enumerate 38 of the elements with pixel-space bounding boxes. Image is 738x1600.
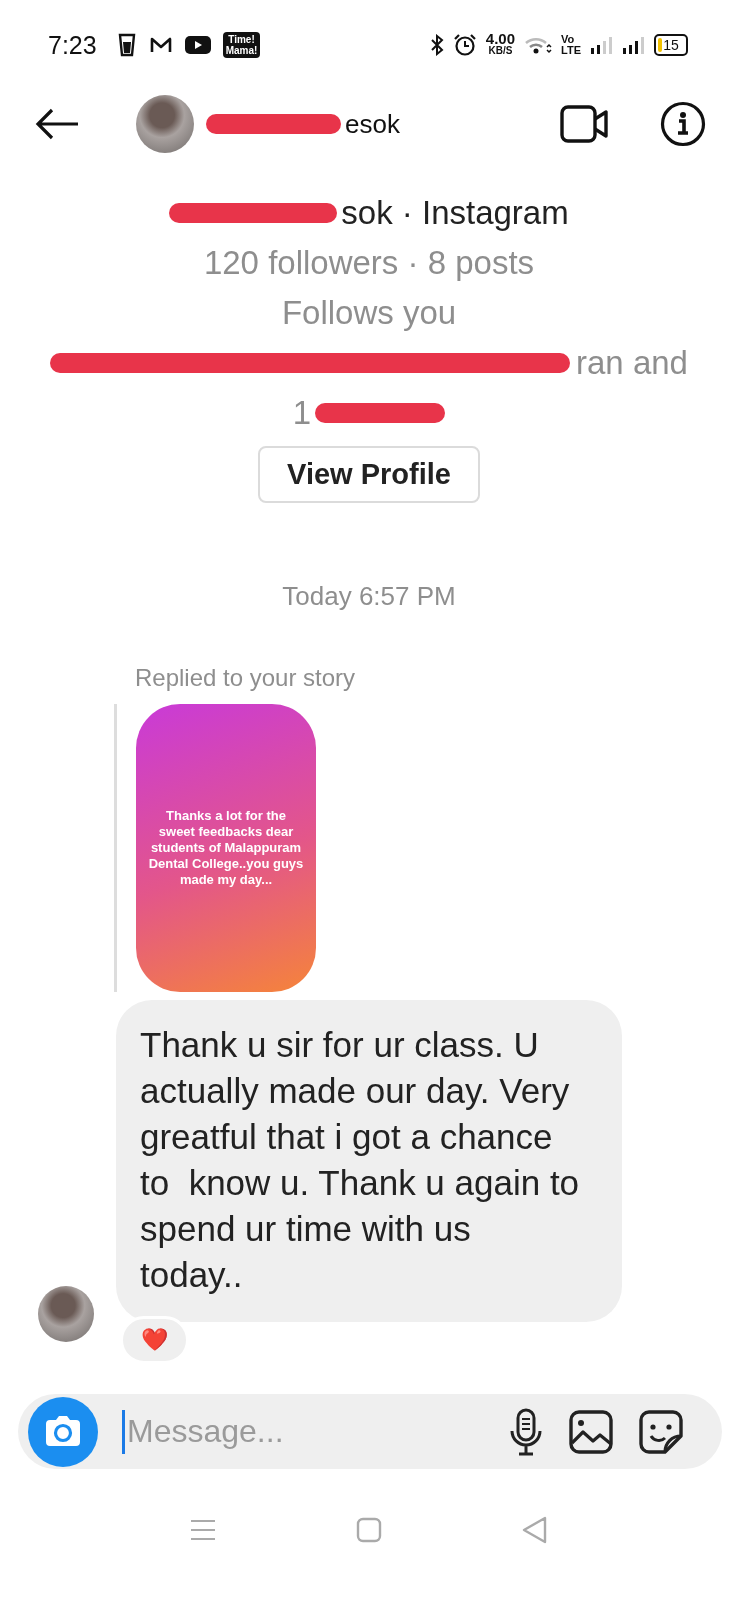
network-speed: 4.00 xyxy=(485,33,516,45)
camera-icon[interactable] xyxy=(28,1396,98,1467)
timestamp: Today 6:57 PM xyxy=(281,581,457,612)
contact-name[interactable]: esok xyxy=(345,108,400,140)
image-icon[interactable] xyxy=(568,1408,614,1455)
heart-reaction[interactable]: ❤ xyxy=(120,1316,189,1364)
avatar[interactable] xyxy=(38,1286,94,1342)
microphone-icon[interactable] xyxy=(508,1406,544,1457)
mail-icon xyxy=(148,36,173,54)
info-icon[interactable] xyxy=(660,101,706,147)
alarm-icon xyxy=(452,33,477,57)
avatar[interactable] xyxy=(136,95,194,153)
volte-label: LTE xyxy=(561,45,581,56)
battery-icon: 15 xyxy=(654,34,688,56)
bluetooth-icon xyxy=(429,34,444,56)
story-card[interactable]: Thanks a lot for the sweet feedbacks dear students of Malappuram Dental College..you guys made my day... xyxy=(136,704,316,992)
follows-you-label: Follows you xyxy=(281,293,457,333)
profile-stats: 120 followers · 8 posts xyxy=(203,243,535,283)
speed-unit: KB/S xyxy=(488,45,513,57)
volte-label: Vo xyxy=(561,34,576,45)
wifi-icon xyxy=(524,35,553,55)
signal-icon xyxy=(590,35,613,55)
cup-icon xyxy=(116,33,137,57)
sticker-icon[interactable] xyxy=(638,1408,684,1455)
video-camera-icon[interactable] xyxy=(560,104,610,144)
profile-name: sok · Instagram xyxy=(341,194,569,232)
story-text: Thanks a lot for the sweet feedbacks dear students of Malappuram Dental College..you guys made my day... xyxy=(148,808,304,888)
status-time: 7:23 xyxy=(48,30,97,60)
view-profile-button[interactable]: View Profile xyxy=(258,446,480,503)
message-bubble: Thank u sir for ur class. U actually made our day. Very greatful that i got a chance to know u. Thank u again to spend ur time with us today.. xyxy=(116,1000,622,1322)
reply-label: Replied to your story xyxy=(135,664,357,692)
message-field[interactable]: Message... xyxy=(18,1394,722,1469)
app-badge: Time! Mama! xyxy=(222,32,261,58)
mutual-followers: ran and xyxy=(576,343,688,383)
mutual-followers: 1 xyxy=(292,393,312,433)
signal-icon xyxy=(622,35,645,55)
play-icon xyxy=(184,36,211,54)
message-input[interactable]: Message... xyxy=(122,1409,484,1454)
